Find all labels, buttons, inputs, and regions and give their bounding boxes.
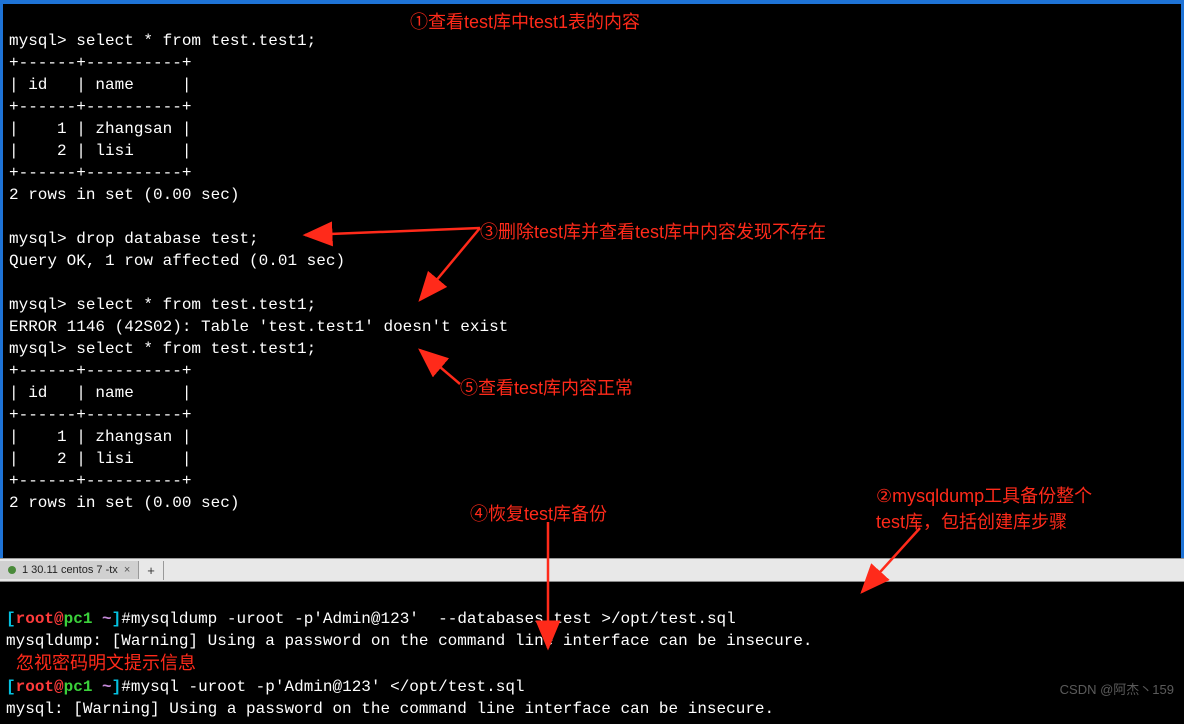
terminal-line: mysql> select * from test.test1; xyxy=(9,32,316,50)
terminal-line: ERROR 1146 (42S02): Table 'test.test1' d… xyxy=(9,318,508,336)
prompt-host: pc1 xyxy=(64,610,102,628)
command-mysql-restore: mysql -uroot -p'Admin@123' </opt/test.sq… xyxy=(131,678,525,696)
terminal-line: | id | name | xyxy=(9,384,191,402)
terminal-line: | 1 | zhangsan | xyxy=(9,120,191,138)
warning-line: mysqldump: [Warning] Using a password on… xyxy=(6,632,813,650)
terminal-line: mysql> drop database test; xyxy=(9,230,259,248)
red-annotation-ignore-password: 忽视密码明文提示信息 xyxy=(6,653,196,673)
tab-strip: 1 30.11 centos 7 -tx × + xyxy=(0,558,1184,582)
prompt-user: root xyxy=(16,678,54,696)
tab-label: 1 30.11 centos 7 -tx xyxy=(22,564,118,576)
terminal-line: | id | name | xyxy=(9,76,191,94)
prompt-tilde: ~ xyxy=(102,610,112,628)
shell-terminal-pane[interactable]: [root@pc1 ~]#mysqldump -uroot -p'Admin@1… xyxy=(0,582,1184,724)
prompt-at: @ xyxy=(54,678,64,696)
terminal-line: +------+----------+ xyxy=(9,406,191,424)
warning-line: mysql: [Warning] Using a password on the… xyxy=(6,700,774,718)
prompt-bracket-open: [ xyxy=(6,610,16,628)
terminal-line: +------+----------+ xyxy=(9,54,191,72)
terminal-line: Query OK, 1 row affected (0.01 sec) xyxy=(9,252,345,270)
prompt-user: root xyxy=(16,610,54,628)
terminal-line: mysql> select * from test.test1; xyxy=(9,340,316,358)
prompt-host: pc1 xyxy=(64,678,102,696)
terminal-line: mysql> select * from test.test1; xyxy=(9,296,316,314)
tab-session-1[interactable]: 1 30.11 centos 7 -tx × xyxy=(0,561,139,579)
terminal-line: | 1 | zhangsan | xyxy=(9,428,191,446)
prompt-at: @ xyxy=(54,610,64,628)
add-tab-button[interactable]: + xyxy=(139,561,164,580)
prompt-bracket-open: [ xyxy=(6,678,16,696)
terminal-line: 2 rows in set (0.00 sec) xyxy=(9,186,239,204)
terminal-line: | 2 | lisi | xyxy=(9,450,191,468)
watermark: CSDN @阿杰丶159 xyxy=(1060,679,1174,698)
terminal-line: +------+----------+ xyxy=(9,472,191,490)
terminal-line: 2 rows in set (0.00 sec) xyxy=(9,494,239,512)
close-icon[interactable]: × xyxy=(124,564,130,576)
terminal-line: +------+----------+ xyxy=(9,362,191,380)
terminal-line: +------+----------+ xyxy=(9,164,191,182)
prompt-hash: # xyxy=(121,610,131,628)
terminal-line: +------+----------+ xyxy=(9,98,191,116)
mysql-terminal-pane[interactable]: mysql> select * from test.test1; +------… xyxy=(0,0,1184,558)
prompt-bracket-close: ] xyxy=(112,678,122,696)
prompt-hash: # xyxy=(121,678,131,696)
prompt-bracket-close: ] xyxy=(112,610,122,628)
terminal-line: | 2 | lisi | xyxy=(9,142,191,160)
command-mysqldump: mysqldump -uroot -p'Admin@123' --databas… xyxy=(131,610,736,628)
status-dot-icon xyxy=(8,566,16,574)
prompt-tilde: ~ xyxy=(102,678,112,696)
